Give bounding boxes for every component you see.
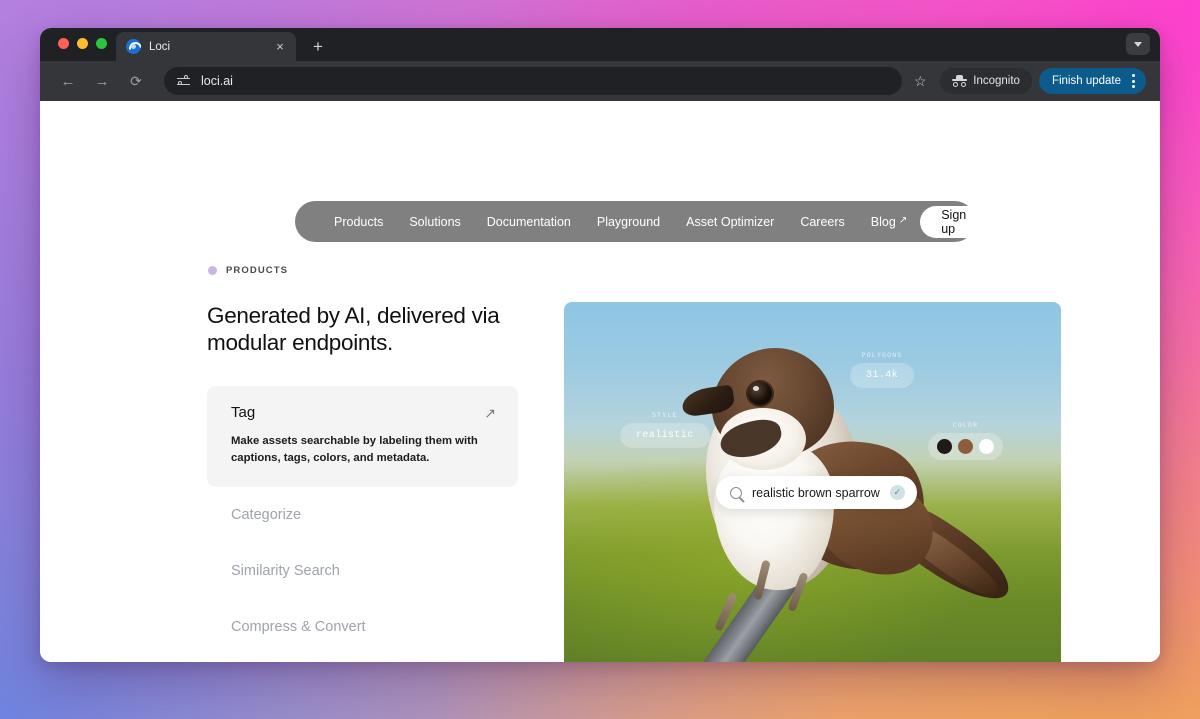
back-button[interactable]: ← (54, 67, 82, 95)
color-swatch (979, 439, 994, 454)
kebab-menu-icon[interactable] (1129, 74, 1138, 88)
product-item-similarity-search[interactable]: Similarity Search (207, 543, 518, 599)
chip-value: realistic (620, 423, 710, 448)
eyebrow-label: PRODUCTS (226, 265, 289, 276)
color-swatches (928, 433, 1003, 460)
nav-item-blog[interactable]: Blog ↗ (858, 215, 920, 229)
nav-item-playground[interactable]: Playground (584, 215, 673, 229)
chip-label: COLOR (952, 422, 979, 429)
tab-title: Loci (149, 40, 171, 53)
page-title: Generated by AI, delivered via modular e… (207, 303, 500, 356)
hero-image: POLYGONS 31.4k STYLE realistic COLOR rea… (564, 302, 1061, 662)
site-navigation: Products Solutions Documentation Playgro… (295, 201, 988, 242)
maximize-window-button[interactable] (96, 38, 107, 49)
bird-eye (748, 382, 772, 405)
tune-icon[interactable] (176, 74, 191, 89)
chevron-down-icon (1134, 41, 1142, 47)
finish-update-label: Finish update (1051, 75, 1121, 87)
minimize-window-button[interactable] (77, 38, 88, 49)
product-card-description: Make assets searchable by labeling them … (231, 435, 478, 464)
nav-item-solutions[interactable]: Solutions (396, 215, 473, 229)
chip-polygons: POLYGONS 31.4k (850, 352, 915, 388)
chip-label: POLYGONS (861, 352, 903, 359)
close-tab-button[interactable]: × (272, 39, 288, 55)
reload-button[interactable]: ⟳ (122, 67, 150, 95)
bird-foot (714, 592, 738, 632)
window-controls (58, 38, 107, 49)
check-icon: ✓ (889, 485, 905, 500)
external-link-icon: ↗ (898, 215, 908, 226)
nav-label: Documentation (486, 214, 571, 229)
color-swatch (958, 439, 973, 454)
eyebrow: PRODUCTS (208, 265, 288, 276)
page-content: Products Solutions Documentation Playgro… (40, 101, 1160, 662)
product-list: Tag ↗ Make assets searchable by labeling… (207, 386, 518, 662)
incognito-label: Incognito (973, 75, 1020, 87)
product-card-tag[interactable]: Tag ↗ Make assets searchable by labeling… (207, 386, 518, 487)
chip-style: STYLE realistic (620, 412, 710, 448)
address-bar[interactable]: loci.ai (164, 67, 903, 95)
close-window-button[interactable] (58, 38, 69, 49)
finish-update-button[interactable]: Finish update (1038, 68, 1146, 94)
browser-toolbar: ← → ⟳ loci.ai ☆ Incognito Finish update (40, 61, 1160, 101)
hero-search-pill[interactable]: realistic brown sparrow ✓ (716, 476, 917, 509)
arrow-up-right-icon[interactable]: ↗ (484, 405, 496, 422)
eyebrow-dot-icon (208, 266, 217, 275)
nav-label: Playground (596, 214, 661, 229)
hero-search-value: realistic brown sparrow (752, 485, 880, 500)
nav-item-asset-optimizer[interactable]: Asset Optimizer (673, 215, 787, 229)
chip-color: COLOR (928, 422, 1003, 460)
product-item-label: Compress & Convert (231, 618, 366, 635)
nav-label: Careers (800, 214, 845, 229)
product-item-label: Categorize (231, 506, 302, 523)
browser-tab-strip: Loci × + (40, 28, 1160, 61)
nav-label: Products (334, 214, 384, 229)
product-item-categorize[interactable]: Categorize (207, 487, 518, 543)
bookmark-icon[interactable]: ☆ (906, 73, 934, 90)
sign-up-button[interactable]: Sign up (920, 205, 988, 238)
address-bar-url: loci.ai (201, 74, 233, 88)
new-tab-button[interactable]: + (308, 36, 328, 56)
incognito-indicator[interactable]: Incognito (940, 68, 1032, 94)
tab-search-button[interactable] (1126, 33, 1150, 55)
nav-label: Asset Optimizer (686, 214, 775, 229)
nav-item-products[interactable]: Products (321, 215, 396, 229)
nav-item-careers[interactable]: Careers (787, 215, 857, 229)
search-icon (730, 486, 742, 499)
product-item-embeddings[interactable]: Embeddings (207, 655, 518, 662)
product-item-compress-convert[interactable]: Compress & Convert (207, 599, 518, 655)
nav-label: Solutions (409, 214, 461, 229)
browser-window: Loci × + ← → ⟳ loci.ai ☆ Incognito Finis… (40, 28, 1160, 662)
product-item-label: Similarity Search (231, 562, 340, 579)
loci-logo-icon (126, 39, 141, 54)
nav-label: Blog (870, 214, 896, 229)
color-swatch (937, 439, 952, 454)
incognito-hat-icon (952, 75, 968, 87)
chip-label: STYLE (652, 412, 678, 419)
nav-item-documentation[interactable]: Documentation (474, 215, 584, 229)
browser-tab-loci[interactable]: Loci × (116, 32, 296, 61)
chip-value: 31.4k (850, 363, 915, 388)
forward-button[interactable]: → (88, 67, 116, 95)
product-card-title: Tag (231, 404, 256, 421)
